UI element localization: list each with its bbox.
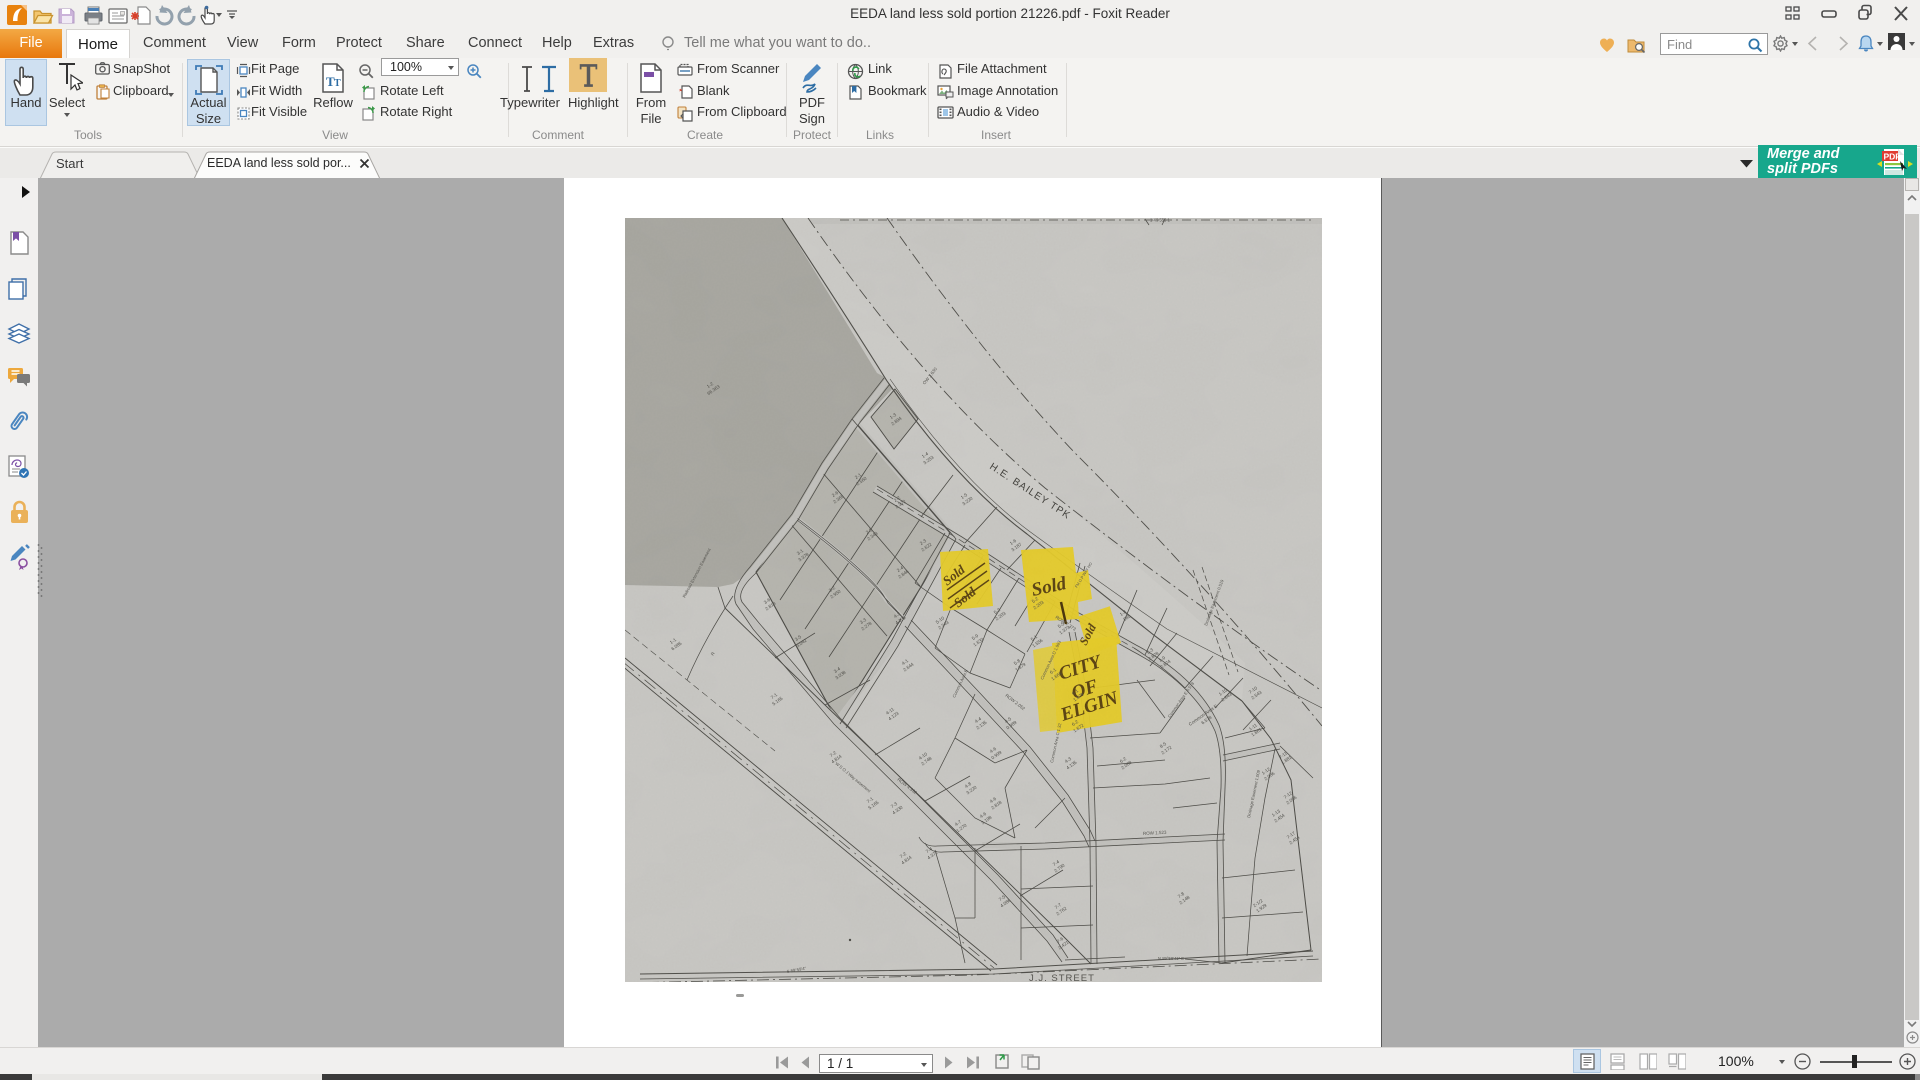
svg-text:T: T	[334, 78, 341, 89]
svg-text:PDF: PDF	[1884, 152, 1901, 162]
